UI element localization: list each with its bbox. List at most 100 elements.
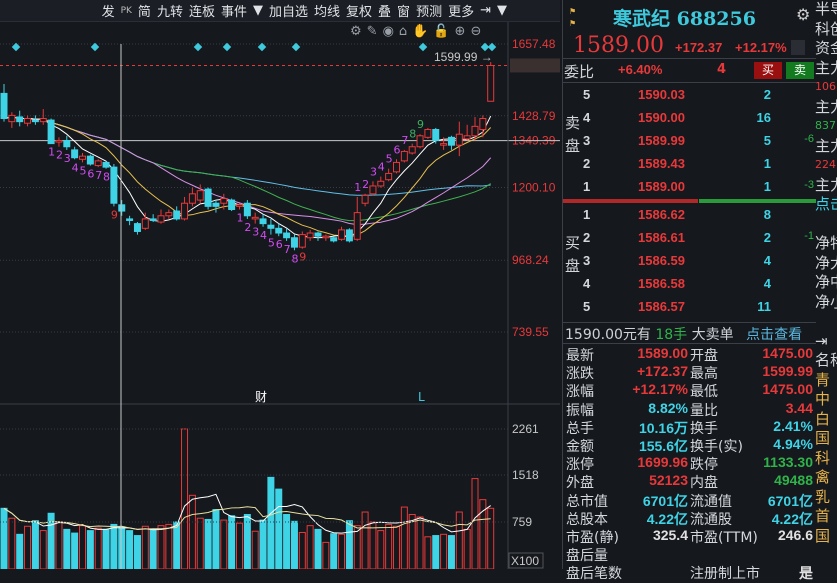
side-item[interactable]	[815, 312, 837, 332]
level: 1	[583, 207, 591, 222]
side-item[interactable]: 106	[815, 78, 837, 98]
candle	[86, 154, 94, 166]
order-row[interactable]: 2 1586.61 2 -1	[563, 230, 816, 248]
stat-value: 1475.00	[762, 381, 813, 398]
side-item[interactable]: 国	[815, 527, 837, 547]
volume-bar	[314, 528, 322, 569]
stat-value: 8.82%	[648, 399, 688, 416]
candle-body	[16, 116, 24, 123]
flag-icon: ⚑ ⚑	[569, 7, 577, 28]
side-item[interactable]: 科	[815, 449, 837, 469]
candle	[314, 231, 322, 241]
side-item[interactable]: 净大	[815, 254, 837, 274]
stat-label: 跌停	[690, 457, 718, 474]
sell-button[interactable]: 卖	[786, 62, 814, 79]
order-row[interactable]: 5 1586.57 11	[563, 299, 816, 317]
view-link[interactable]: 点击查看	[746, 327, 802, 343]
volume-bar	[0, 507, 8, 569]
quote-panel: ⚑ ⚑ 寒武纪 688256 ⚙ 1589.00 +172.37 +12.17% …	[562, 0, 816, 582]
settings-gear-icon[interactable]: ⚙	[796, 5, 810, 24]
order-row[interactable]: 1 1586.62 8	[563, 207, 816, 225]
candle-body	[47, 119, 55, 145]
candle	[447, 135, 455, 150]
volume-tick-label: 2261	[512, 422, 539, 436]
candle	[251, 212, 259, 224]
volume-bar	[196, 517, 204, 569]
stat-row: 金额 155.6亿 换手(实) 4.94%	[563, 436, 816, 455]
candle-body	[345, 229, 353, 242]
td-count-label: 2	[244, 221, 251, 234]
td-count-label: 2	[362, 178, 369, 191]
td-count-label: 3	[370, 165, 377, 178]
side-item[interactable]: 点击	[815, 195, 837, 215]
candle	[8, 112, 16, 128]
order-row[interactable]: 4 1590.00 16	[563, 110, 816, 128]
candle	[267, 218, 275, 235]
volume-bar	[102, 528, 110, 569]
candle-body	[110, 166, 118, 204]
side-item[interactable]: 净特	[815, 234, 837, 254]
side-item[interactable]: ⇥	[815, 332, 837, 352]
candle	[24, 115, 32, 127]
volume-bar	[298, 531, 306, 569]
volume-bar	[447, 535, 455, 569]
side-item[interactable]: 主力	[815, 176, 837, 196]
volume-bar	[157, 525, 165, 569]
volume-bar	[267, 476, 275, 569]
order-row[interactable]: 3 1589.99 5 -6	[563, 133, 816, 151]
side-item[interactable]: 名称	[815, 351, 837, 371]
side-item[interactable]	[815, 215, 837, 235]
level: 3	[583, 253, 591, 268]
side-item[interactable]: 资金	[815, 39, 837, 59]
volume-bar	[236, 522, 243, 569]
buy-button[interactable]: 买	[754, 62, 782, 79]
candle-body	[322, 235, 330, 239]
side-item[interactable]: 主力	[815, 98, 837, 118]
side-item[interactable]: 224	[815, 156, 837, 176]
stat-value: 4.22亿	[771, 510, 813, 527]
stat-label: 外盘	[566, 475, 594, 492]
stat-value: 49488	[774, 472, 813, 489]
big-order-row[interactable]: 1590.00元有 18手 大卖单 点击查看	[565, 324, 802, 344]
stat-label: 涨幅	[566, 384, 594, 401]
side-item[interactable]: 国	[815, 429, 837, 449]
candle-body	[212, 202, 220, 207]
td-count-label: 3	[64, 152, 71, 165]
side-item[interactable]: 主力	[815, 59, 837, 79]
stat-value: 155.6亿	[638, 438, 688, 454]
level: 1	[583, 179, 591, 194]
kline-chart[interactable]: 1657.481589.001428.791349.391200.10968.2…	[0, 0, 562, 569]
volume-bar	[440, 533, 448, 569]
side-item[interactable]: 禽	[815, 468, 837, 488]
order-qty: 2	[763, 230, 771, 245]
big-order-type: 大卖单	[691, 327, 734, 343]
side-item[interactable]: 主力	[815, 137, 837, 157]
side-item[interactable]: 837	[815, 117, 837, 137]
order-row[interactable]: 1 1589.00 1 -3	[563, 179, 816, 197]
candle	[298, 231, 306, 249]
side-item[interactable]: 青	[815, 371, 837, 391]
stat-label: 振幅	[566, 402, 594, 419]
side-item[interactable]: 白	[815, 410, 837, 430]
candle-body	[314, 232, 322, 237]
side-item[interactable]: 中	[815, 390, 837, 410]
volume-bar	[173, 521, 181, 569]
order-row[interactable]: 2 1589.43 1	[563, 156, 816, 174]
stat-value: 4.22亿	[646, 510, 688, 527]
order-row[interactable]: 3 1586.59 4	[563, 253, 816, 271]
weibi-label: 委比	[564, 63, 595, 81]
last-price-tag	[510, 58, 560, 73]
expand-button[interactable]	[791, 40, 805, 55]
order-row[interactable]: 5 1590.03 2	[563, 87, 816, 105]
side-item[interactable]: 首	[815, 507, 837, 527]
stat-value: 1475.00	[762, 345, 813, 361]
side-item[interactable]: 净小	[815, 293, 837, 313]
stat-value: +172.37	[637, 363, 688, 380]
candle-body	[275, 227, 283, 234]
order-row[interactable]: 4 1586.58 4	[563, 276, 816, 294]
side-item[interactable]: 科创	[815, 20, 837, 40]
side-item[interactable]: 乳	[815, 488, 837, 508]
side-item[interactable]: 半导	[815, 0, 837, 20]
side-item[interactable]: 净中	[815, 273, 837, 293]
volume-bar	[471, 478, 479, 569]
